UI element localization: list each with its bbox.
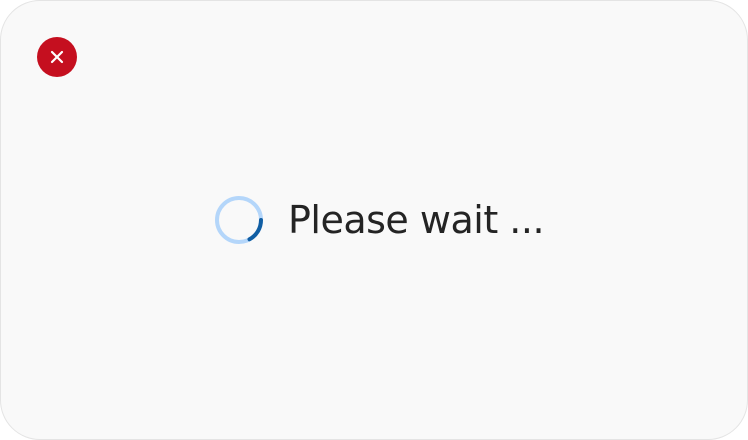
status-text: Please wait ...	[288, 198, 545, 242]
loading-status: Please wait ...	[214, 195, 545, 245]
close-icon	[50, 50, 64, 64]
loading-dialog: Please wait ...	[0, 0, 748, 440]
close-button[interactable]	[37, 37, 77, 77]
loading-spinner-icon	[215, 196, 263, 244]
